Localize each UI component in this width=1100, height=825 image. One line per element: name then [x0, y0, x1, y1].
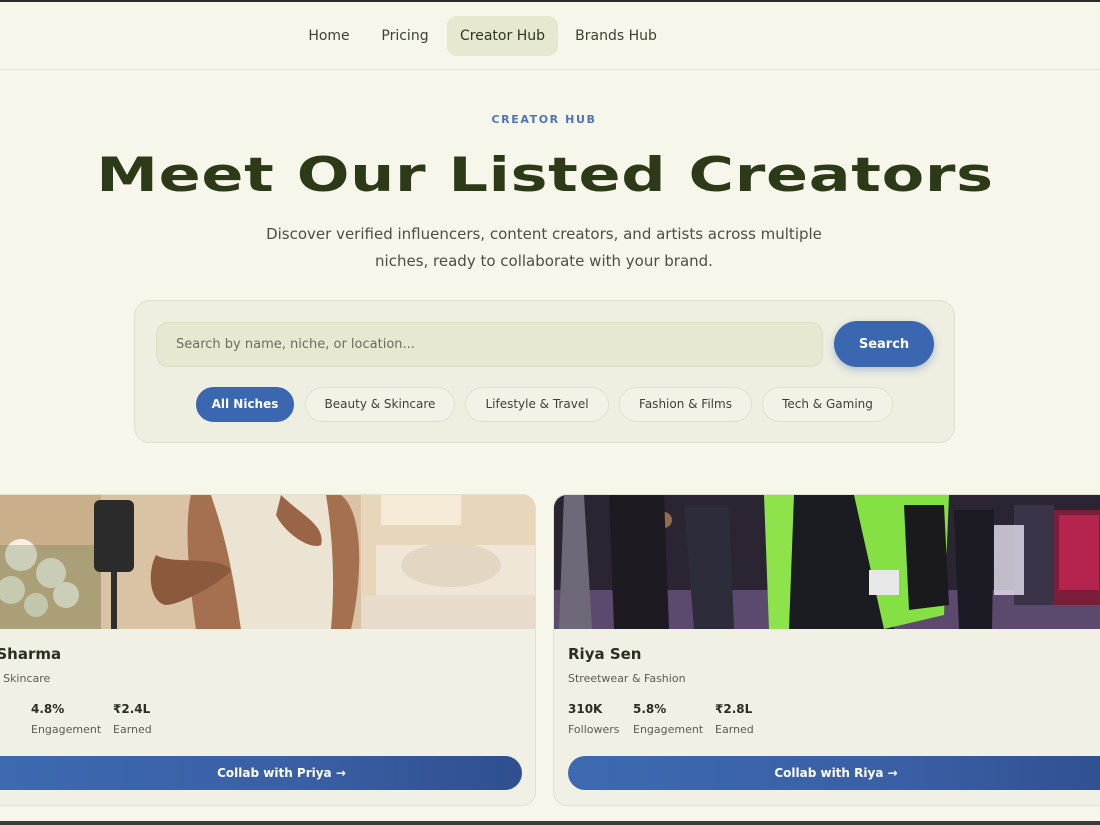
stat-engagement: 4.8% Engagement — [31, 702, 101, 736]
nav-brands-hub[interactable]: Brands Hub — [567, 16, 665, 56]
stat-earned: ₹2.8L Earned — [715, 702, 754, 736]
filter-beauty-skincare[interactable]: Beauty & Skincare — [305, 387, 455, 422]
stat-value: 4.8% — [31, 702, 65, 716]
filter-fashion-films[interactable]: Fashion & Films — [619, 387, 752, 422]
creator-card: a Sharma y & Skincare ers 4.8% Engagemen… — [0, 494, 536, 806]
filter-all-niches[interactable]: All Niches — [196, 387, 294, 422]
collab-button[interactable]: Collab with Riya → — [568, 756, 1100, 790]
filter-tech-gaming[interactable]: Tech & Gaming — [762, 387, 893, 422]
creator-photo — [0, 495, 535, 629]
search-button[interactable]: Search — [834, 321, 934, 367]
stat-label: Earned — [113, 723, 152, 736]
window-bottom-border — [0, 821, 1100, 825]
collab-button-label: Collab with Riya → — [774, 766, 898, 780]
stat-label: Engagement — [633, 723, 704, 736]
nav-creator-hub[interactable]: Creator Hub — [447, 16, 558, 56]
page-title: Meet Our Listed Creators — [96, 148, 994, 203]
stat-engagement: 5.8% Engagement — [633, 702, 703, 736]
search-input[interactable] — [156, 322, 823, 367]
search-panel: Search All Niches Beauty & Skincare Life… — [134, 300, 955, 443]
filter-lifestyle-travel[interactable]: Lifestyle & Travel — [465, 387, 609, 422]
stat-earned: ₹2.4L Earned — [113, 702, 152, 736]
nav-home[interactable]: Home — [299, 16, 359, 56]
top-nav: Home Pricing Creator Hub Brands Hub — [0, 2, 1100, 70]
creator-niche: y & Skincare — [0, 672, 51, 685]
collab-button[interactable]: Collab with Priya → — [0, 756, 522, 790]
stat-value: 5.8% — [633, 702, 667, 716]
stat-value: 310K — [568, 702, 603, 716]
stat-followers: 310K Followers — [568, 702, 620, 736]
stat-label: Earned — [715, 723, 754, 736]
stat-value: ₹2.8L — [715, 702, 753, 716]
creator-name: a Sharma — [0, 645, 62, 663]
creator-photo — [554, 495, 1100, 629]
creator-name: Riya Sen — [568, 645, 642, 663]
stat-label: Engagement — [31, 723, 102, 736]
creator-card: Riya Sen Streetwear & Fashion 310K Follo… — [553, 494, 1100, 806]
page-subtitle: Discover verified influencers, content c… — [266, 225, 822, 270]
creator-niche: Streetwear & Fashion — [568, 672, 686, 685]
stat-value: ₹2.4L — [113, 702, 151, 716]
section-eyebrow: CREATOR HUB — [491, 113, 597, 126]
stat-label: Followers — [568, 723, 620, 736]
nav-pricing[interactable]: Pricing — [372, 16, 438, 56]
